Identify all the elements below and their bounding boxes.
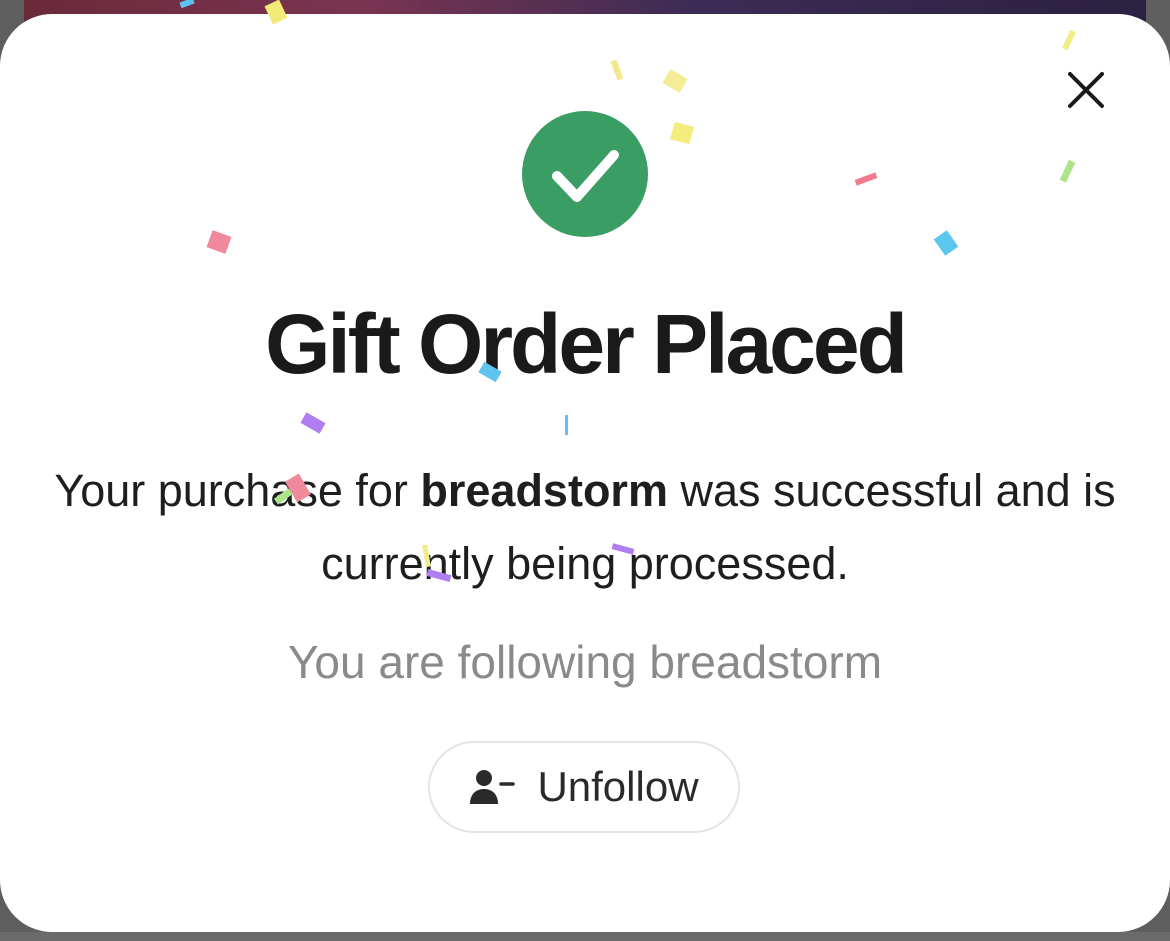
bottom-edge xyxy=(0,932,1170,941)
dialog-title: Gift Order Placed xyxy=(265,297,908,391)
gift-order-dialog: Gift Order Placed Your purchase for brea… xyxy=(0,14,1170,932)
close-icon xyxy=(1068,72,1104,108)
unfollow-label: Unfollow xyxy=(537,763,699,810)
unfollow-button[interactable]: Unfollow xyxy=(428,741,740,833)
recipient-name: breadstorm xyxy=(420,465,668,516)
follow-status-text: You are following breadstorm xyxy=(287,636,883,688)
message-prefix: Your purchase for xyxy=(54,465,421,516)
checkmark-circle-icon xyxy=(522,111,648,237)
purchase-message: Your purchase for breadstorm was success… xyxy=(40,454,1130,600)
close-button[interactable] xyxy=(1058,62,1114,118)
user-minus-icon xyxy=(470,770,516,804)
